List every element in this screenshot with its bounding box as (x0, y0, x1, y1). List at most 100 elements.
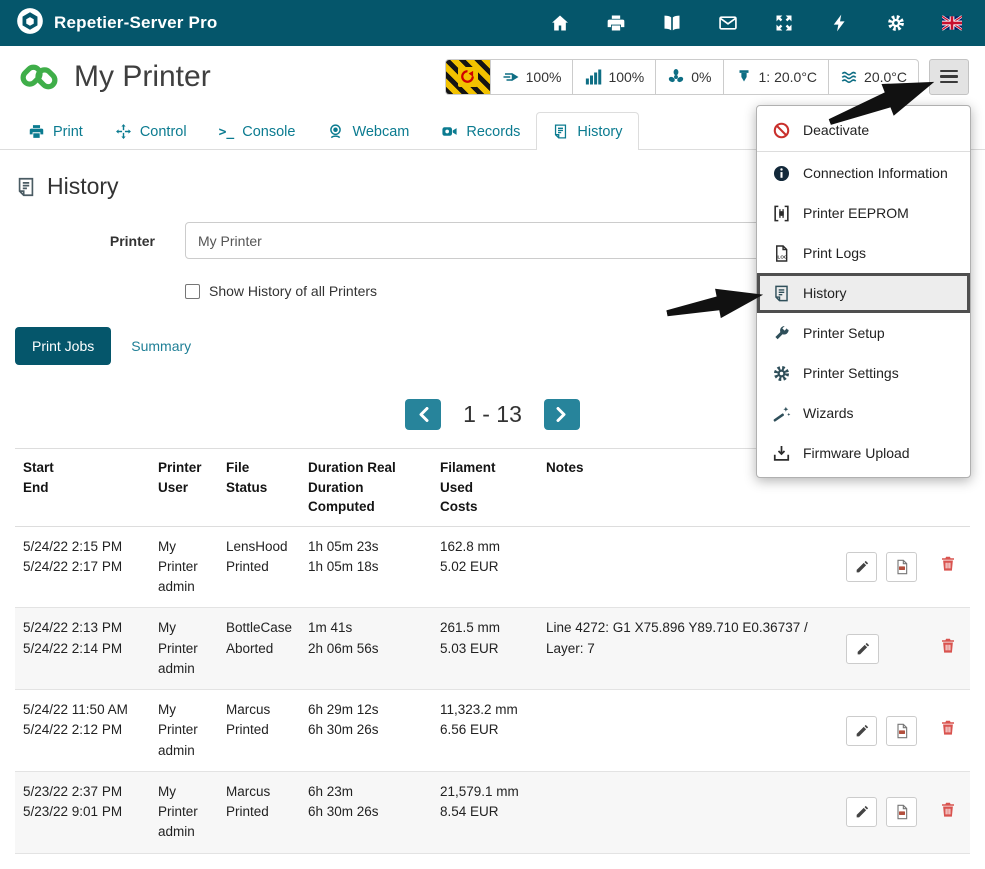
menu-item-connection-information[interactable]: Connection Information (757, 153, 970, 193)
extruder-icon (735, 68, 753, 86)
delete-entry-button[interactable] (939, 554, 957, 573)
messages-icon[interactable] (717, 12, 739, 34)
printers-icon[interactable] (605, 12, 627, 34)
trash-icon (939, 718, 957, 737)
power-icon[interactable] (829, 12, 851, 34)
tab-console[interactable]: >_ Console (203, 113, 312, 150)
menu-item-print-logs[interactable]: LOG Print Logs (757, 233, 970, 273)
extruder-temp-status[interactable]: 1: 20.0°C (723, 60, 829, 94)
tab-control[interactable]: Control (99, 112, 203, 150)
trash-icon (939, 636, 957, 655)
delete-entry-button[interactable] (939, 636, 957, 655)
brand-name: Repetier-Server Pro (54, 13, 217, 33)
print-jobs-button[interactable]: Print Jobs (15, 327, 111, 365)
chevron-right-icon (556, 407, 567, 422)
menu-item-wizards[interactable]: Wizards (757, 393, 970, 433)
webcam-icon (327, 123, 344, 140)
chevron-left-icon (418, 407, 429, 422)
history-table: StartEnd PrinterUser FileStatus Duration… (15, 448, 970, 854)
home-link[interactable]: Repetier-Server Pro (16, 7, 217, 40)
fan-status[interactable]: 0% (655, 60, 722, 94)
pdf-report-button[interactable] (886, 716, 917, 746)
gear-icon (770, 363, 792, 383)
delete-entry-button[interactable] (939, 718, 957, 737)
history-icon (770, 283, 792, 303)
extruder-temp-value: 1: 20.0°C (759, 69, 818, 85)
tab-print-label: Print (53, 124, 83, 140)
control-icon (115, 123, 132, 140)
printer-title: My Printer (74, 60, 211, 94)
menu-divider (757, 151, 970, 152)
print-logs-icon: LOG (770, 243, 792, 263)
pencil-icon (854, 559, 870, 575)
console-icon: >_ (219, 125, 235, 140)
edit-notes-button[interactable] (846, 716, 877, 746)
fan-icon (667, 68, 685, 86)
printer-select-value: My Printer (198, 233, 262, 249)
table-row: 5/24/22 11:50 AM5/24/22 2:12 PM My Print… (15, 690, 970, 772)
menu-item-firmware-upload[interactable]: Firmware Upload (757, 433, 970, 473)
emergency-stop-button[interactable] (446, 60, 490, 94)
pdf-report-button[interactable] (886, 552, 917, 582)
summary-button[interactable]: Summary (123, 327, 199, 365)
next-page-button[interactable] (544, 399, 580, 430)
pdf-file-icon (894, 723, 910, 739)
delete-entry-button[interactable] (939, 800, 957, 819)
tab-records-label: Records (466, 124, 520, 140)
speed-status[interactable]: 100% (490, 60, 573, 94)
firmware-upload-icon (770, 443, 792, 463)
speed-value: 100% (526, 69, 562, 85)
menu-item-deactivate[interactable]: Deactivate (757, 110, 970, 150)
wrench-icon (770, 323, 792, 343)
emergency-stop-icon (446, 60, 490, 94)
tab-webcam-label: Webcam (352, 124, 409, 140)
home-icon[interactable] (549, 12, 571, 34)
edit-notes-button[interactable] (846, 552, 877, 582)
show-all-checkbox[interactable] (185, 284, 200, 299)
trash-icon (939, 554, 957, 573)
pencil-icon (854, 723, 870, 739)
svg-text:LOG: LOG (777, 254, 787, 259)
edit-notes-button[interactable] (846, 634, 879, 664)
page-range: 1 - 13 (463, 401, 522, 428)
printer-menu-button[interactable] (929, 59, 969, 95)
pdf-report-button[interactable] (886, 797, 917, 827)
history-heading-icon (15, 176, 37, 198)
menu-item-printer-setup[interactable]: Printer Setup (757, 313, 970, 353)
info-icon (770, 163, 792, 183)
manual-icon[interactable] (661, 12, 683, 34)
show-all-label: Show History of all Printers (209, 283, 377, 299)
fullscreen-icon[interactable] (773, 12, 795, 34)
prev-page-button[interactable] (405, 399, 441, 430)
menu-item-printer-eeprom[interactable]: Printer EEPROM (757, 193, 970, 233)
global-settings-icon[interactable] (885, 12, 907, 34)
flow-status[interactable]: 100% (572, 60, 655, 94)
topbar-icons (549, 12, 969, 34)
history-icon (552, 123, 569, 140)
flow-value: 100% (608, 69, 644, 85)
language-flag-uk[interactable] (941, 12, 963, 34)
table-row: 5/24/22 2:15 PM5/24/22 2:17 PM My Printe… (15, 526, 970, 608)
heated-bed-icon (840, 68, 858, 86)
wand-icon (770, 403, 792, 423)
print-icon (28, 123, 45, 140)
fan-value: 0% (691, 69, 711, 85)
menu-item-history[interactable]: History (757, 273, 970, 313)
printer-menu-dropdown: Deactivate Connection Information Printe… (756, 105, 971, 478)
tab-records[interactable]: Records (425, 112, 536, 150)
printer-select[interactable]: My Printer (185, 222, 760, 259)
tab-webcam[interactable]: Webcam (311, 112, 425, 150)
bed-temp-value: 20.0°C (864, 69, 907, 85)
printer-select-label: Printer (15, 233, 155, 249)
menu-item-printer-settings[interactable]: Printer Settings (757, 353, 970, 393)
printer-header: My Printer 100% 100% (0, 46, 985, 106)
edit-notes-button[interactable] (846, 797, 877, 827)
tab-print[interactable]: Print (12, 112, 99, 150)
records-icon (441, 123, 458, 140)
speed-icon (502, 68, 520, 86)
bed-temp-status[interactable]: 20.0°C (828, 60, 918, 94)
tab-control-label: Control (140, 124, 187, 140)
table-row: 5/24/22 2:13 PM5/24/22 2:14 PM My Printe… (15, 608, 970, 690)
tab-history[interactable]: History (536, 112, 638, 150)
repetier-logo-icon (16, 7, 44, 40)
